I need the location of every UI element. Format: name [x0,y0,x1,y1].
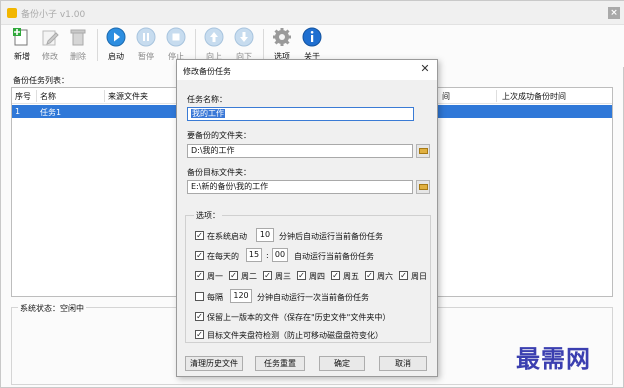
weekday-tue-checkbox[interactable]: ✓ [229,271,238,280]
weekday-sun-label: 周日 [411,272,427,281]
window-close-button[interactable]: × [608,7,620,19]
edit-task-dialog: 修改备份任务 ✕ 任务名称： 我的工作 要备份的文件夹： D:\我的工作 备份目… [176,59,438,377]
weekday-tue-label: 周二 [241,272,257,281]
startup-minutes-input[interactable]: 10 [256,228,274,242]
app-icon [7,8,17,18]
source-folder-label: 要备份的文件夹： [187,131,251,140]
main-window: 备份小子 v1.00 × 新增 修改 删除 启动 暂停 停止 向上 向下 选项 … [0,0,624,388]
info-icon [302,27,322,47]
stop-icon [166,27,186,47]
daily-checkbox[interactable]: ✓ [195,251,204,260]
weekday-mon-checkbox[interactable]: ✓ [195,271,204,280]
trash-icon [70,29,86,46]
clear-history-button[interactable]: 清理历史文件 [185,356,243,371]
new-icon [13,28,28,46]
source-browse-button[interactable] [416,144,430,158]
gear-icon [273,28,291,46]
weekday-fri-checkbox[interactable]: ✓ [331,271,340,280]
weekday-sat-label: 周六 [377,272,393,281]
ok-button[interactable]: 确定 [319,356,365,371]
weekday-sun-checkbox[interactable]: ✓ [399,271,408,280]
column-divider [36,90,37,102]
interval-minutes-input[interactable]: 120 [230,289,252,303]
weekday-mon-label: 周一 [207,272,223,281]
column-divider [104,90,105,102]
column-header[interactable]: 上次成功备份时间 [502,91,566,102]
arrow-up-icon [204,27,224,47]
task-name-value: 我的工作 [191,109,225,118]
reset-task-button[interactable]: 任务重置 [255,356,305,371]
task-name-input[interactable]: 我的工作 [187,107,414,121]
column-divider [496,90,497,102]
interval-suffix: 分钟自动运行一次当前备份任务 [257,293,369,302]
column-header[interactable]: 间 [442,91,450,102]
arrow-down-icon [234,27,254,47]
daily-suffix: 自动运行当前备份任务 [294,252,374,261]
target-browse-button[interactable] [416,180,430,194]
weekday-wed-label: 周三 [275,272,291,281]
daily-minute-input[interactable]: 00 [272,248,288,262]
startup-checkbox[interactable]: ✓ [195,231,204,240]
weekday-thu-label: 周四 [309,272,325,281]
source-folder-input[interactable]: D:\我的工作 [187,144,413,158]
folder-icon [419,184,428,190]
interval-checkbox[interactable] [195,292,204,301]
weekday-fri-label: 周五 [343,272,359,281]
task-name-label: 任务名称： [187,95,227,104]
cancel-button[interactable]: 取消 [379,356,427,371]
row-index: 1 [15,107,21,116]
dialog-title: 修改备份任务 [183,67,231,76]
drive-check-label: 目标文件夹盘符检测（防止可移动磁盘盘符变化） [207,331,383,340]
weekday-thu-checkbox[interactable]: ✓ [297,271,306,280]
column-header[interactable]: 序号 [15,91,31,102]
delete-label: 删除 [70,52,86,61]
status-label: 系统状态：空闲中 [18,303,86,314]
daily-time-separator: : [266,251,269,260]
folder-icon [419,148,428,154]
watermark-logo: 最需网 [516,344,591,373]
app-title: 备份小子 v1.00 [21,10,86,20]
play-icon [106,27,126,47]
interval-prefix: 每隔 [207,293,223,302]
dialog-body: 任务名称： 我的工作 要备份的文件夹： D:\我的工作 备份目标文件夹： E:\… [177,80,437,376]
dialog-close-button[interactable]: ✕ [419,63,431,75]
task-list-caption: 备份任务列表： [13,76,69,85]
delete-button[interactable]: 删除 [63,27,93,67]
weekday-wed-checkbox[interactable]: ✓ [263,271,272,280]
weekday-sat-checkbox[interactable]: ✓ [365,271,374,280]
pause-icon [136,27,156,47]
keep-version-checkbox[interactable]: ✓ [195,312,204,321]
startup-suffix: 分钟后自动运行当前备份任务 [279,232,383,241]
column-header[interactable]: 名称 [40,91,56,102]
title-bar: 备份小子 v1.00 × [1,1,624,25]
column-header[interactable]: 来源文件夹 [108,91,148,102]
keep-version-label: 保留上一版本的文件（保存在"历史文件"文件夹中） [207,313,391,322]
edit-icon [42,30,59,46]
options-legend: 选项： [194,210,222,221]
daily-hour-input[interactable]: 15 [246,248,262,262]
row-name: 任务1 [40,108,62,117]
options-group: 选项： ✓ 在系统启动 10 分钟后自动运行当前备份任务 ✓ 在每天的 15 :… [185,210,431,343]
target-folder-label: 备份目标文件夹： [187,168,251,177]
daily-prefix: 在每天的 [207,252,239,261]
drive-check-checkbox[interactable]: ✓ [195,330,204,339]
target-folder-input[interactable]: E:\新的备份\我的工作 [187,180,413,194]
startup-prefix: 在系统启动 [207,232,247,241]
